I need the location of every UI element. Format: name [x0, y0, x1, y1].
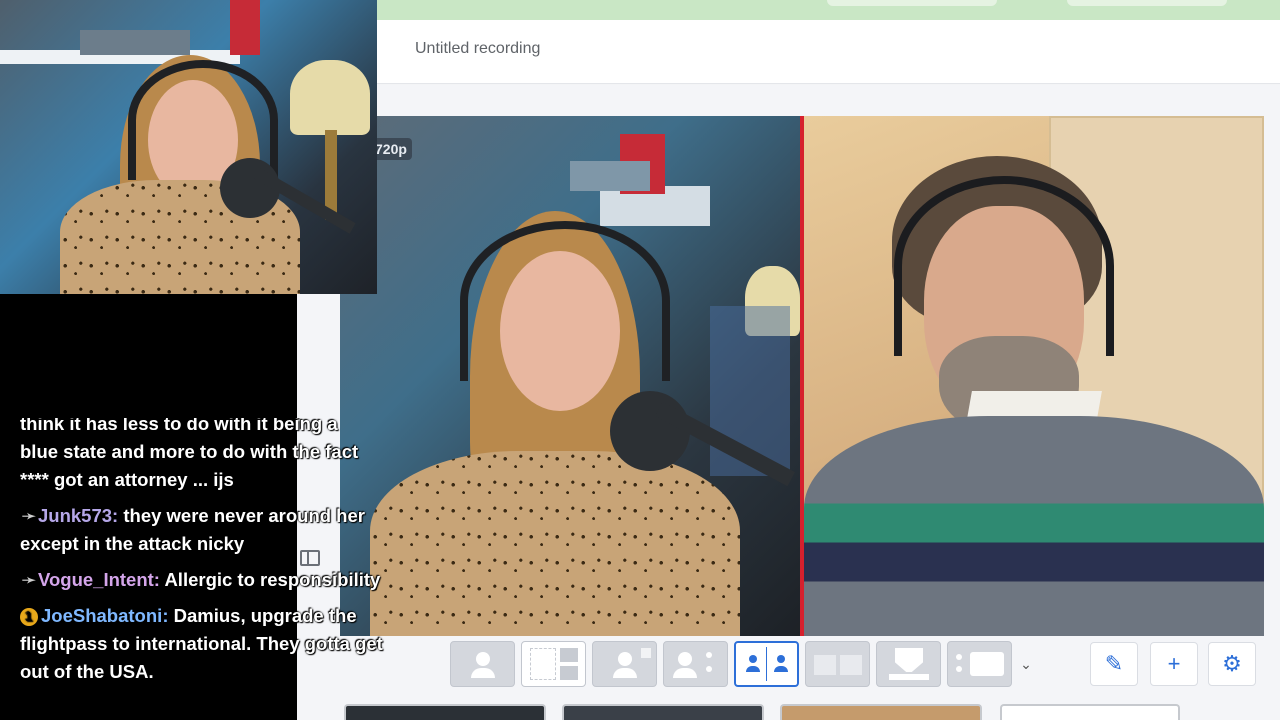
cropped-layout-button[interactable]	[805, 641, 870, 687]
chat-text: blue state and more to do with the fact	[20, 441, 359, 462]
chat-text: think it has less to do with it being a	[20, 413, 338, 434]
sword-icon: ➛	[21, 569, 37, 590]
thumbnail-layout-button[interactable]	[521, 641, 586, 687]
chat-message: ➛Junk573: they were never around her exc…	[20, 502, 410, 558]
screen-layout-button[interactable]	[947, 641, 1012, 687]
video-stage: 720p	[340, 116, 1264, 636]
chat-message: think it has less to do with it being a …	[20, 410, 410, 494]
scene-thumbnail[interactable]	[344, 704, 546, 720]
chat-message: 1 JoeShabatoni: Damius, upgrade the fligh…	[20, 605, 383, 682]
chat-message: ➛Vogue_Intent: Allergic to responsibilit…	[20, 566, 410, 594]
tier-badge-icon: 1	[20, 608, 38, 626]
scene-thumbnail[interactable]	[562, 704, 764, 720]
split-layout-button[interactable]	[734, 641, 799, 687]
chat-text: **** got an attorney ... ijs	[20, 469, 234, 490]
plus-icon[interactable]: +	[1150, 642, 1198, 686]
sword-icon: ➛	[21, 505, 37, 526]
guest-video-man[interactable]	[804, 116, 1264, 636]
streamer-webcam	[0, 0, 377, 294]
chat-text: Allergic to responsibility	[164, 569, 381, 590]
solo-layout-button[interactable]	[450, 641, 515, 687]
leader-layout-button[interactable]	[663, 641, 728, 687]
pencil-icon[interactable]: ✎	[1090, 642, 1138, 686]
chat-username[interactable]: JoeShabatoni	[41, 605, 162, 626]
top-banner	[377, 0, 1280, 20]
chat-username[interactable]: Junk573	[38, 505, 112, 526]
chat-messages: think it has less to do with it being a …	[20, 410, 410, 694]
chat-username[interactable]: Vogue_Intent	[38, 569, 154, 590]
gear-icon[interactable]: ⚙	[1208, 642, 1256, 686]
layout-toolbar: ⌄	[450, 639, 1034, 689]
chevron-down-icon[interactable]: ⌄	[1018, 656, 1034, 673]
scene-thumbnail[interactable]	[780, 704, 982, 720]
scene-thumbnail[interactable]	[1000, 704, 1180, 720]
recording-title[interactable]: Untitled recording	[415, 40, 540, 58]
scene-thumbnails	[340, 704, 1280, 720]
group-layout-button[interactable]	[592, 641, 657, 687]
studio-header: Untitled recording	[377, 20, 1280, 84]
news-layout-button[interactable]	[876, 641, 941, 687]
screen: { "app": { "recording_title": "Untitled …	[0, 0, 1280, 720]
